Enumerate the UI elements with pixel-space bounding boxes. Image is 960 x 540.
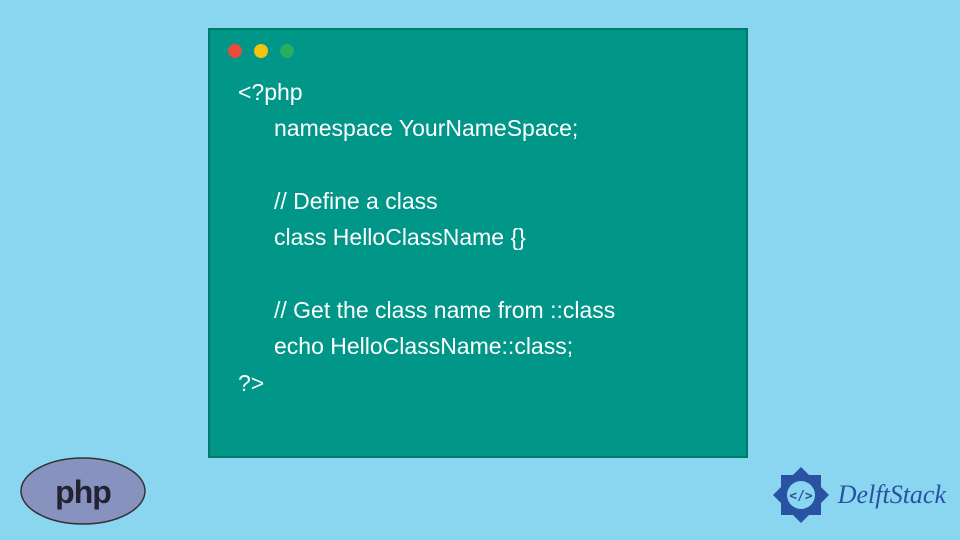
code-snippet-window: <?php namespace YourNameSpace; // Define… <box>208 28 748 458</box>
close-dot-icon <box>228 44 242 58</box>
delftstack-text: DelftStack <box>838 480 946 510</box>
minimize-dot-icon <box>254 44 268 58</box>
code-line: namespace YourNameSpace; <box>238 110 718 146</box>
svg-text:</>: </> <box>789 489 813 504</box>
php-logo-icon: php <box>18 456 148 526</box>
window-controls <box>210 30 746 66</box>
blank-line <box>238 147 718 183</box>
code-line: // Define a class <box>238 183 718 219</box>
code-line: class HelloClassName {} <box>238 219 718 255</box>
blank-line <box>238 256 718 292</box>
code-line: ?> <box>238 365 718 401</box>
code-line: // Get the class name from ::class <box>238 292 718 328</box>
delftstack-logo: </> DelftStack <box>770 464 946 526</box>
svg-text:php: php <box>55 474 111 510</box>
code-line: <?php <box>238 74 718 110</box>
maximize-dot-icon <box>280 44 294 58</box>
code-content: <?php namespace YourNameSpace; // Define… <box>210 66 746 421</box>
delftstack-icon: </> <box>770 464 832 526</box>
code-line: echo HelloClassName::class; <box>238 328 718 364</box>
